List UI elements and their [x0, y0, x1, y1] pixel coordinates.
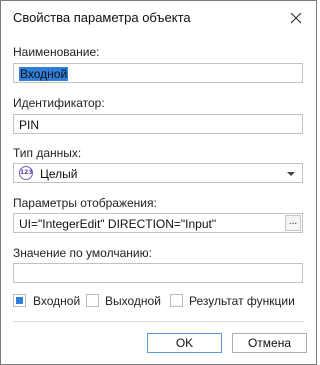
close-button[interactable] — [283, 6, 309, 30]
data-type-label: Тип данных: — [13, 146, 82, 160]
dialog-title: Свойства параметра объекта — [13, 10, 191, 25]
name-field[interactable]: Входной — [13, 63, 303, 83]
function-result-checkbox-label[interactable]: Результат функции — [189, 294, 295, 308]
name-label: Наименование: — [13, 45, 100, 59]
separator — [13, 321, 304, 322]
integer-type-icon: 123 — [19, 166, 33, 180]
display-params-value: UI="IntegerEdit" DIRECTION="Input" — [19, 217, 217, 231]
display-params-browse-button[interactable]: ... — [285, 215, 301, 231]
input-checkbox-label[interactable]: Входной — [33, 294, 80, 308]
default-value-field[interactable] — [13, 263, 303, 283]
function-result-checkbox[interactable] — [170, 294, 183, 307]
object-parameter-properties-dialog: Свойства параметра объекта Наименование:… — [0, 0, 317, 365]
cancel-button[interactable]: Отмена — [232, 333, 307, 353]
data-type-value: Целый — [40, 167, 78, 181]
chevron-down-icon — [287, 172, 295, 176]
display-params-field[interactable]: UI="IntegerEdit" DIRECTION="Input" ... — [13, 213, 303, 233]
output-checkbox-label[interactable]: Выходной — [105, 294, 161, 308]
display-params-label: Параметры отображения: — [13, 196, 157, 210]
default-value-label: Значение по умолчанию: — [13, 246, 152, 260]
identifier-label: Идентификатор: — [13, 96, 105, 110]
identifier-value: PIN — [19, 118, 40, 132]
name-value: Входной — [19, 67, 69, 81]
title-bar: Свойства параметра объекта — [1, 1, 316, 35]
input-checkbox[interactable] — [13, 294, 26, 307]
close-icon — [290, 12, 302, 24]
identifier-field[interactable]: PIN — [13, 114, 303, 134]
output-checkbox[interactable] — [86, 294, 99, 307]
ok-button[interactable]: OK — [147, 333, 222, 353]
data-type-select[interactable]: 123 Целый — [13, 163, 303, 183]
